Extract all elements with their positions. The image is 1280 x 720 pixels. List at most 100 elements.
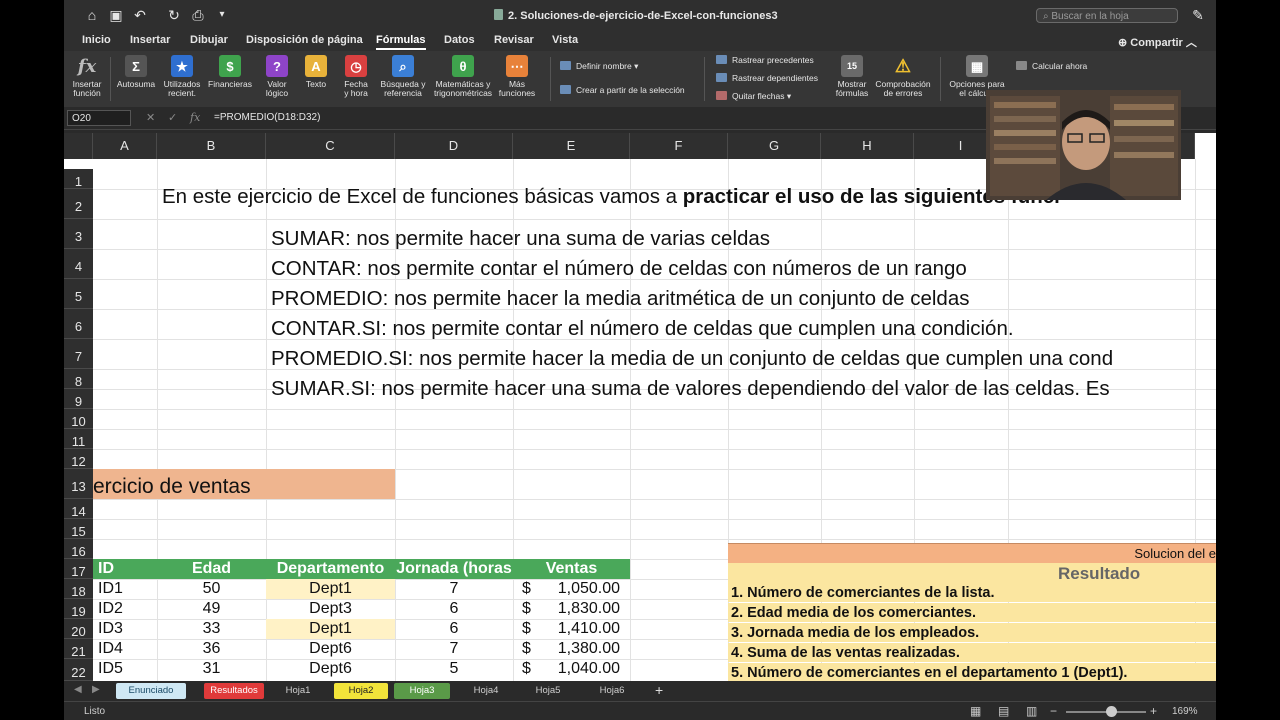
spreadsheet-grid[interactable]: A B C D E F G H I 1 2 3 4 5 6 7 8 9 10 11 12 13 14 15 16 17 18 19 20… — [64, 133, 1216, 681]
row-header-16[interactable]: 16 — [64, 539, 93, 559]
row-header-10[interactable]: 10 — [64, 409, 93, 429]
tab-inicio[interactable]: Inicio — [82, 34, 111, 46]
zoom-slider-handle[interactable] — [1106, 706, 1117, 717]
confirm-icon[interactable]: ✓ — [168, 111, 177, 124]
person-add-icon[interactable]: ✎ — [1190, 7, 1206, 23]
column-header-a[interactable]: A — [93, 133, 157, 159]
print-icon[interactable]: ⎙ — [190, 7, 206, 23]
row-header-12[interactable]: 12 — [64, 449, 93, 469]
row-header-20[interactable]: 20 — [64, 619, 93, 639]
error-checking-button[interactable]: ⚠ Comprobación de errores — [872, 55, 934, 98]
save-icon[interactable]: ▣ — [108, 7, 124, 23]
ribbon-separator — [110, 57, 111, 101]
add-sheet-button[interactable]: + — [655, 682, 663, 698]
row-header-5[interactable]: 5 — [64, 279, 93, 309]
ribbon-button-lookup[interactable]: ⌕ Búsqueda y referencia — [378, 55, 428, 98]
column-header-b[interactable]: B — [157, 133, 266, 159]
zoom-out-icon[interactable]: − — [1050, 704, 1057, 718]
column-header-f[interactable]: F — [630, 133, 728, 159]
page-layout-icon[interactable]: ▤ — [998, 704, 1009, 718]
row-header-19[interactable]: 19 — [64, 599, 93, 619]
tab-dibujar[interactable]: Dibujar — [190, 34, 228, 46]
ribbon-button-clock[interactable]: ◷ Fecha y hora — [336, 55, 376, 98]
sheet-tab-hoja5[interactable]: Hoja5 — [518, 683, 578, 699]
row-header-2[interactable]: 2 — [64, 189, 93, 219]
search-input[interactable]: ⌕ Buscar en la hoja — [1036, 8, 1178, 23]
tab-formulas[interactable]: Fórmulas — [376, 34, 426, 50]
column-header-d[interactable]: D — [395, 133, 513, 159]
row-header-6[interactable]: 6 — [64, 309, 93, 339]
row-header-17[interactable]: 17 — [64, 559, 93, 579]
question-row: 1. Número de comerciantes de la lista. — [728, 583, 1216, 602]
row-header-14[interactable]: 14 — [64, 499, 93, 519]
show-formulas-button[interactable]: 15 Mostrar fórmulas — [830, 55, 874, 98]
ribbon-button-logical[interactable]: ? Valor lógico — [258, 55, 296, 98]
sheet-tab-hoja1[interactable]: Hoja1 — [268, 683, 328, 699]
column-header-c[interactable]: C — [266, 133, 395, 159]
trace-dependents-button[interactable]: Rastrear dependientes — [716, 73, 818, 83]
remove-arrows-button[interactable]: Quitar flechas ▾ — [716, 91, 791, 102]
ribbon-button-sigma[interactable]: Σ Autosuma — [116, 55, 156, 89]
sheet-tab-hoja4[interactable]: Hoja4 — [456, 683, 516, 699]
ribbon-button-star[interactable]: ★ Utilizados recient. — [160, 55, 204, 98]
insert-function-button[interactable]: fx Insertar función — [70, 55, 104, 98]
redo-icon[interactable]: ↻ — [166, 7, 182, 23]
tab-datos[interactable]: Datos — [444, 34, 475, 46]
scroll-tabs-right-icon[interactable]: ▶ — [92, 684, 100, 695]
zoom-slider[interactable] — [1066, 706, 1146, 717]
row-header-4[interactable]: 4 — [64, 249, 93, 279]
ribbon-button-more-functions[interactable]: ⋯ Más funciones — [496, 55, 538, 98]
sheet-tab-enunciado[interactable]: Enunciado — [116, 683, 186, 699]
ribbon-button-math[interactable]: θ Matemáticas y trigonométricas — [430, 55, 496, 98]
undo-icon[interactable]: ↶ — [132, 7, 148, 23]
ribbon-button-financial[interactable]: $ Financieras — [206, 55, 254, 89]
calculate-now-button[interactable]: Calcular ahora — [1016, 61, 1087, 71]
name-box[interactable]: O20 — [67, 110, 131, 126]
row-header-13[interactable]: 13 — [64, 469, 93, 499]
tab-insertar[interactable]: Insertar — [130, 34, 170, 46]
row-header-9[interactable]: 9 — [64, 389, 93, 409]
row-header-21[interactable]: 21 — [64, 639, 93, 659]
page-break-icon[interactable]: ▥ — [1026, 704, 1037, 718]
sheet-tab-hoja6[interactable]: Hoja6 — [582, 683, 642, 699]
row-header-7[interactable]: 7 — [64, 339, 93, 369]
row-header-8[interactable]: 8 — [64, 369, 93, 389]
customize-toolbar-icon[interactable]: ▾ — [214, 7, 230, 23]
select-all-corner[interactable] — [64, 133, 93, 159]
gridline-horizontal — [93, 499, 1216, 500]
create-from-selection-button[interactable]: Crear a partir de la selección — [560, 85, 685, 95]
tab-vista[interactable]: Vista — [552, 34, 578, 46]
sheet-tab-hoja2[interactable]: Hoja2 — [334, 683, 388, 699]
zoom-level[interactable]: 169% — [1172, 706, 1198, 717]
fx-icon[interactable]: fx — [190, 111, 200, 124]
zoom-in-icon[interactable]: + — [1150, 704, 1157, 718]
sheet-tabs-bar: ◀ ▶ Enunciado Resultados Hoja1 Hoja2 Hoja3 Ho… — [64, 681, 1216, 701]
trace-precedents-button[interactable]: Rastrear precedentes — [716, 55, 814, 65]
arrow-left-icon — [716, 73, 727, 82]
define-name-button[interactable]: Definir nombre ▾ — [560, 61, 638, 72]
math-icon: θ — [452, 55, 474, 77]
column-header-h[interactable]: H — [821, 133, 914, 159]
row-header-11[interactable]: 11 — [64, 429, 93, 449]
row-header-18[interactable]: 18 — [64, 579, 93, 599]
scroll-tabs-left-icon[interactable]: ◀ — [74, 684, 82, 695]
tab-revisar[interactable]: Revisar — [494, 34, 534, 46]
question-row: 3. Jornada media de los empleados. — [728, 623, 1216, 642]
sheet-tab-hoja3[interactable]: Hoja3 — [394, 683, 450, 699]
column-header-e[interactable]: E — [513, 133, 630, 159]
column-header-g[interactable]: G — [728, 133, 821, 159]
formula-input[interactable]: =PROMEDIO(D18:D32) — [214, 112, 320, 123]
sheet-tab-resultados[interactable]: Resultados — [204, 683, 264, 699]
tab-disposicion[interactable]: Disposición de página — [246, 34, 363, 46]
share-button[interactable]: ⊕ Compartir ︿ — [1118, 34, 1197, 50]
row-header-22[interactable]: 22 — [64, 659, 93, 681]
row-header-15[interactable]: 15 — [64, 519, 93, 539]
row-header-3[interactable]: 3 — [64, 219, 93, 249]
ribbon-button-text[interactable]: A Texto — [298, 55, 334, 89]
solution-title: Solucion del e — [728, 543, 1216, 563]
row-header-1[interactable]: 1 — [64, 169, 93, 189]
normal-view-icon[interactable]: ▦ — [970, 704, 981, 718]
home-icon[interactable]: ⌂ — [84, 7, 100, 23]
row-ventas: 1,410.00 — [557, 620, 620, 637]
cancel-icon[interactable]: ✕ — [146, 111, 155, 124]
